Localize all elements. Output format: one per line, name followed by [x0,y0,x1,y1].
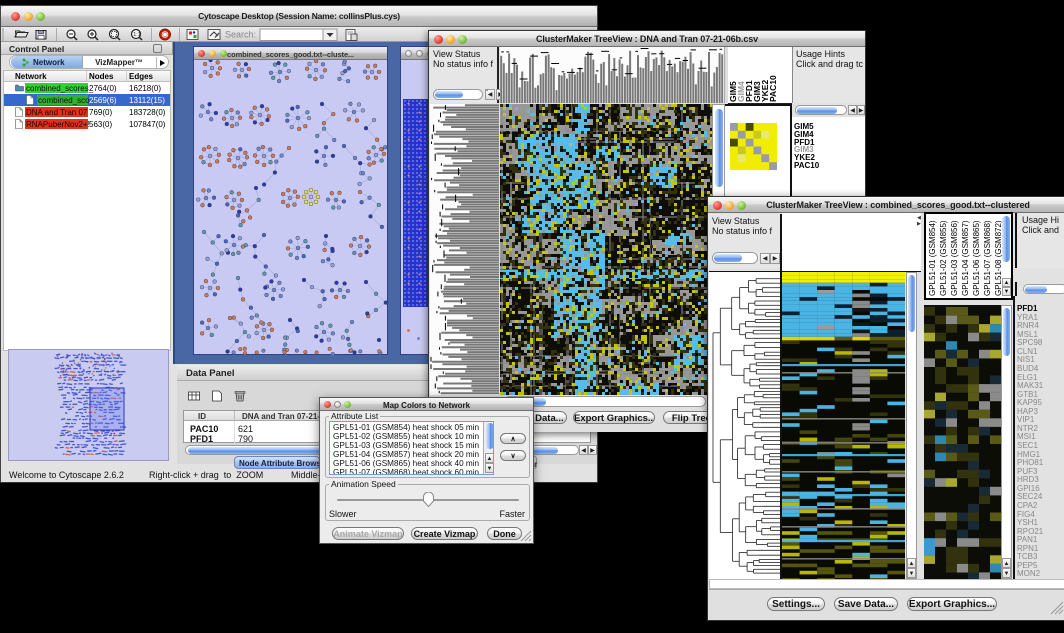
svg-text:PAC10: PAC10 [768,75,778,102]
svg-text:GPL51-01 (GSM854): GPL51-01 (GSM854) [928,220,937,296]
svg-text:Search:: Search: [225,30,256,40]
svg-text:GPL51-04 (GSM857): GPL51-04 (GSM857) [961,220,970,296]
svg-text:GPL51-02 (GSM855): GPL51-02 (GSM855) [939,220,948,296]
svg-text:GPL51-06 (GSM865): GPL51-06 (GSM865) [972,220,981,296]
svg-text:GPL51-07 (GSM868): GPL51-07 (GSM868) [983,220,992,296]
svg-text:GPL51-03 (GSM856): GPL51-03 (GSM856) [950,220,959,296]
